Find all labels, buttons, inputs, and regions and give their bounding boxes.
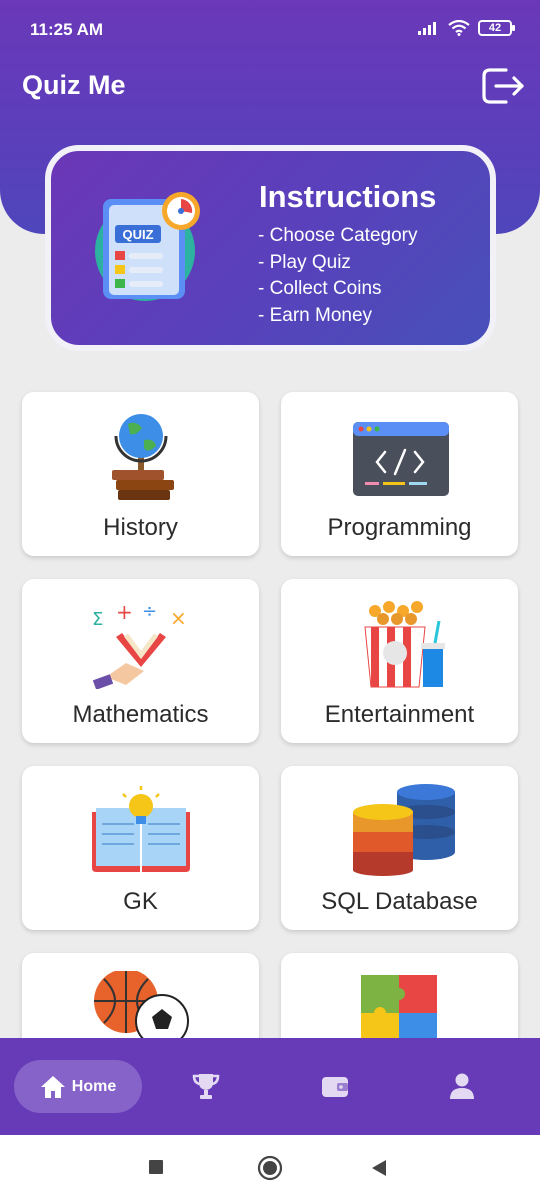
category-card-entertainment[interactable]: Entertainment	[281, 579, 518, 743]
popcorn-soda-icon	[363, 601, 445, 688]
quiz-image-label: QUIZ	[122, 227, 153, 242]
category-card-history[interactable]: History	[22, 392, 259, 556]
status-icons: 42	[418, 20, 515, 36]
status-bar: 11:25 AM 42	[0, 0, 540, 60]
instructions-list: - Choose Category - Play Quiz - Collect …	[258, 223, 417, 329]
category-label: SQL Database	[321, 888, 478, 915]
status-time: 11:25 AM	[30, 20, 104, 39]
category-label: Mathematics	[72, 701, 209, 728]
quiz-clipboard-icon: QUIZ	[95, 192, 200, 301]
app-title: Quiz Me	[22, 70, 126, 100]
nav-home-label: Home	[71, 1077, 117, 1095]
trophy-icon[interactable]	[191, 1071, 221, 1101]
back-icon[interactable]	[370, 1158, 388, 1178]
category-card-gk[interactable]: GK	[22, 766, 259, 930]
instruction-item: - Collect Coins	[258, 278, 382, 299]
category-card-programming[interactable]: Programming	[281, 392, 518, 556]
instruction-item: - Play Quiz	[258, 251, 351, 273]
instructions-card: QUIZ Instructions - Choose Category - Pl…	[45, 145, 496, 351]
instructions-title: Instructions	[259, 179, 437, 214]
system-nav-bar	[0, 1135, 540, 1200]
wallet-icon[interactable]	[320, 1071, 350, 1101]
home-circle-icon[interactable]	[257, 1155, 283, 1181]
instruction-item: - Choose Category	[258, 225, 418, 246]
category-label: History	[103, 514, 178, 541]
svg-text:+: +	[116, 600, 133, 624]
math-book-icon: Σ + ÷ ×	[92, 600, 187, 689]
instruction-item: - Earn Money	[258, 304, 373, 326]
home-icon	[40, 1075, 65, 1098]
code-window-icon	[352, 422, 449, 496]
bottom-nav: Home	[0, 1038, 540, 1135]
svg-text:Σ: Σ	[92, 609, 103, 630]
wifi-icon	[448, 20, 470, 36]
category-label: GK	[123, 888, 158, 915]
svg-text:×: ×	[170, 606, 187, 630]
category-label: Entertainment	[324, 701, 475, 728]
profile-icon[interactable]	[447, 1071, 477, 1101]
book-lightbulb-icon	[91, 786, 190, 872]
category-card-sql-database[interactable]: SQL Database	[281, 766, 518, 930]
category-label: Programming	[327, 514, 472, 541]
nav-home-button[interactable]: Home	[14, 1060, 142, 1113]
battery-icon: 42	[478, 20, 515, 36]
globe-books-icon	[111, 414, 174, 500]
svg-text:÷: ÷	[142, 601, 157, 622]
category-card-mathematics[interactable]: Σ + ÷ × Mathematics	[22, 579, 259, 743]
recents-icon[interactable]	[148, 1159, 164, 1175]
signal-icon	[418, 22, 436, 35]
database-icon	[352, 784, 455, 876]
logout-icon[interactable]	[476, 60, 526, 110]
